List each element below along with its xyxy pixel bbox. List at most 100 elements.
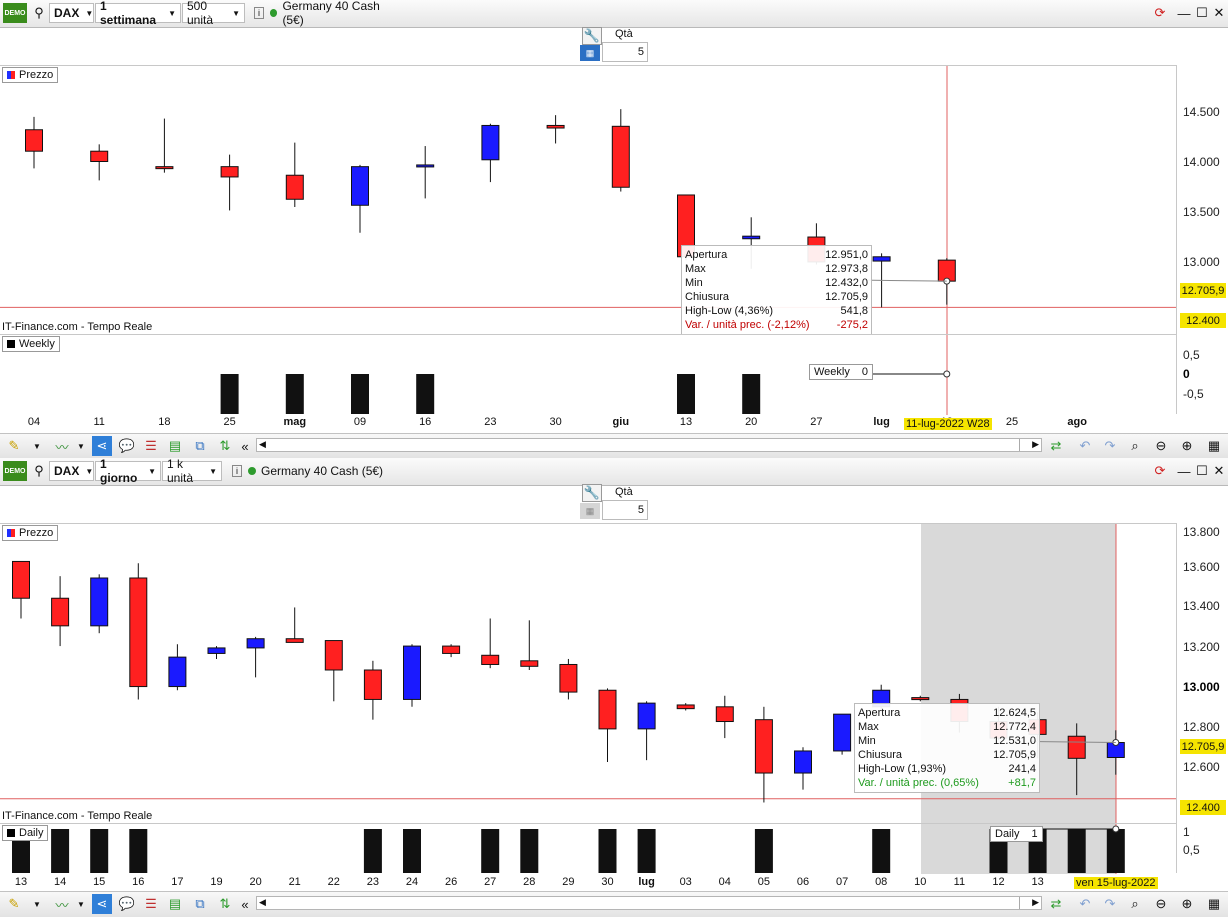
redo-icon[interactable]: ↷ [1101, 437, 1119, 455]
close-icon[interactable]: ✕ [1211, 462, 1227, 480]
keyboard-shortcuts-icon[interactable]: ▦ [1204, 437, 1224, 455]
maximize-icon[interactable]: ☐ [1194, 4, 1210, 22]
list-icon[interactable]: ☰ [142, 895, 160, 913]
zoom-fit-icon[interactable]: ⌕ [1126, 437, 1144, 455]
volume-bar [754, 829, 773, 873]
wrench-icon[interactable]: 🔧 [582, 27, 602, 45]
instrument-select[interactable]: DAX ▼ [49, 3, 94, 23]
close-icon[interactable]: ✕ [1211, 4, 1227, 22]
comment-icon[interactable]: 💬 [118, 437, 136, 455]
zoom-in-icon[interactable]: ⊕ [1178, 895, 1196, 913]
undo-icon[interactable]: ↶ [1076, 895, 1094, 913]
arrows-swap-icon[interactable]: ⇄ [1046, 437, 1066, 455]
tooltip-row: Apertura 12.624,5 [858, 707, 1036, 719]
top-price-chart[interactable] [0, 65, 1176, 335]
bottom-bottom-toolbar: ✎ ▼ 〰 ▼ ⋖ 💬 ☰ ▤ ⧉ ⇅ « ◀ ▶ ⇄ ↶ ↷ ⌕ ⊖ ⊕ ▦ [0, 891, 1228, 917]
zoom-out-icon[interactable]: ⊖ [1152, 895, 1170, 913]
volume-bar [51, 829, 70, 873]
top-candles-svg [0, 66, 1176, 335]
candle-body [742, 235, 761, 240]
market-label: Germany 40 Cash (5€) [282, 0, 380, 27]
link-icon[interactable]: ⚲ [32, 461, 46, 481]
qty-label: Qtà [615, 486, 633, 498]
scroll-thumb[interactable] [1019, 439, 1028, 451]
scroll-right-icon[interactable]: ▶ [1032, 897, 1039, 908]
list-icon[interactable]: ☰ [142, 437, 160, 455]
order-icon[interactable]: ▤ [166, 895, 184, 913]
arrows-swap-icon[interactable]: ⇄ [1046, 895, 1066, 913]
x-axis-label: 29 [562, 876, 575, 888]
double-left-icon[interactable]: « [238, 437, 252, 455]
period-select[interactable]: 1 giorno ▼ [95, 457, 161, 485]
x-axis-label: 13 [1031, 876, 1044, 888]
chevron-down-icon[interactable]: ▼ [31, 895, 43, 913]
candle-body [220, 166, 239, 178]
x-axis-label: 18 [158, 416, 171, 428]
share-icon[interactable]: ⋖ [92, 436, 112, 456]
wrench-icon[interactable]: 🔧 [582, 484, 602, 502]
period-select[interactable]: 1 settimana ▼ [95, 0, 181, 27]
keyboard-icon[interactable]: ▦ [580, 503, 600, 519]
units-select[interactable]: 500 unità ▼ [182, 0, 245, 27]
top-vol-ytick: -0,5 [1183, 387, 1204, 401]
top-bottom-toolbar: ✎ ▼ 〰 ▼ ⋖ 💬 ☰ ▤ ⧉ ⇅ « ◀ ▶ ⇄ ↶ ↷ ⌕ ⊖ ⊕ ▦ [0, 433, 1228, 458]
pencil-icon[interactable]: ✎ [4, 895, 24, 913]
maximize-icon[interactable]: ☐ [1194, 462, 1210, 480]
redo-icon[interactable]: ↷ [1101, 895, 1119, 913]
window-icon[interactable]: ⧉ [191, 895, 209, 913]
top-vol-ytick: 0 [1183, 367, 1190, 381]
top-ohlc-tooltip: Apertura 12.951,0 Max 12.973,8 Min 12.432,0… [681, 245, 872, 335]
sync-icon[interactable]: ⟳ [1150, 4, 1170, 22]
qty-input[interactable]: 5 [602, 500, 648, 520]
zoom-out-icon[interactable]: ⊖ [1152, 437, 1170, 455]
units-select[interactable]: 1 k unità ▼ [162, 457, 222, 485]
minimize-icon[interactable]: — [1176, 462, 1192, 480]
candle-body [51, 597, 70, 627]
x-axis-label: 13 [679, 416, 693, 428]
undo-icon[interactable]: ↶ [1076, 437, 1094, 455]
info-icon[interactable]: i [232, 465, 242, 477]
indicator-icon[interactable]: 〰 [50, 895, 74, 913]
chevron-down-icon[interactable]: ▼ [76, 895, 86, 913]
double-left-icon[interactable]: « [238, 895, 252, 913]
instrument-select[interactable]: DAX ▼ [49, 461, 94, 481]
scroll-left-icon[interactable]: ◀ [259, 439, 266, 450]
qty-input[interactable]: 5 [602, 42, 648, 62]
zoom-fit-icon[interactable]: ⌕ [1126, 895, 1144, 913]
info-icon[interactable]: i [254, 7, 264, 19]
x-axis-label: 04 [718, 876, 731, 888]
x-axis-label: mag [283, 416, 307, 428]
x-axis-label: 11 [953, 876, 966, 888]
keyboard-shortcuts-icon[interactable]: ▦ [1204, 895, 1224, 913]
tooltip-row: Chiusura 12.705,9 [685, 291, 868, 303]
top-volume-chart[interactable] [0, 334, 1176, 415]
comment-icon[interactable]: 💬 [118, 895, 136, 913]
zoom-in-icon[interactable]: ⊕ [1178, 437, 1196, 455]
x-axis-label: 20 [249, 876, 262, 888]
chart-trade-icon[interactable]: ⇅ [216, 437, 234, 455]
bottom-scrollbar[interactable]: ◀ ▶ [256, 896, 1042, 910]
x-axis-label: 10 [914, 876, 927, 888]
indicator-icon[interactable]: 〰 [50, 437, 74, 455]
scroll-right-icon[interactable]: ▶ [1032, 439, 1039, 450]
chevron-down-icon[interactable]: ▼ [76, 437, 86, 455]
sync-icon[interactable]: ⟳ [1150, 462, 1170, 480]
x-axis-label: 15 [93, 876, 106, 888]
bottom-indicator-box: Daily 1 [990, 826, 1043, 842]
window-icon[interactable]: ⧉ [191, 437, 209, 455]
minimize-icon[interactable]: — [1176, 4, 1192, 22]
order-icon[interactable]: ▤ [166, 437, 184, 455]
chevron-down-icon[interactable]: ▼ [31, 437, 43, 455]
pencil-icon[interactable]: ✎ [4, 437, 24, 455]
x-axis-label: 21 [288, 876, 301, 888]
market-info: i Germany 40 Cash (5€) [228, 461, 388, 481]
scroll-thumb[interactable] [1019, 897, 1028, 909]
keyboard-icon[interactable]: ▦ [580, 45, 600, 61]
scroll-left-icon[interactable]: ◀ [259, 897, 266, 908]
chart-trade-icon[interactable]: ⇅ [216, 895, 234, 913]
volume-legend-icon [7, 829, 15, 837]
candle-body [403, 645, 421, 700]
share-icon[interactable]: ⋖ [92, 894, 112, 914]
top-scrollbar[interactable]: ◀ ▶ [256, 438, 1042, 452]
link-icon[interactable]: ⚲ [32, 3, 46, 23]
